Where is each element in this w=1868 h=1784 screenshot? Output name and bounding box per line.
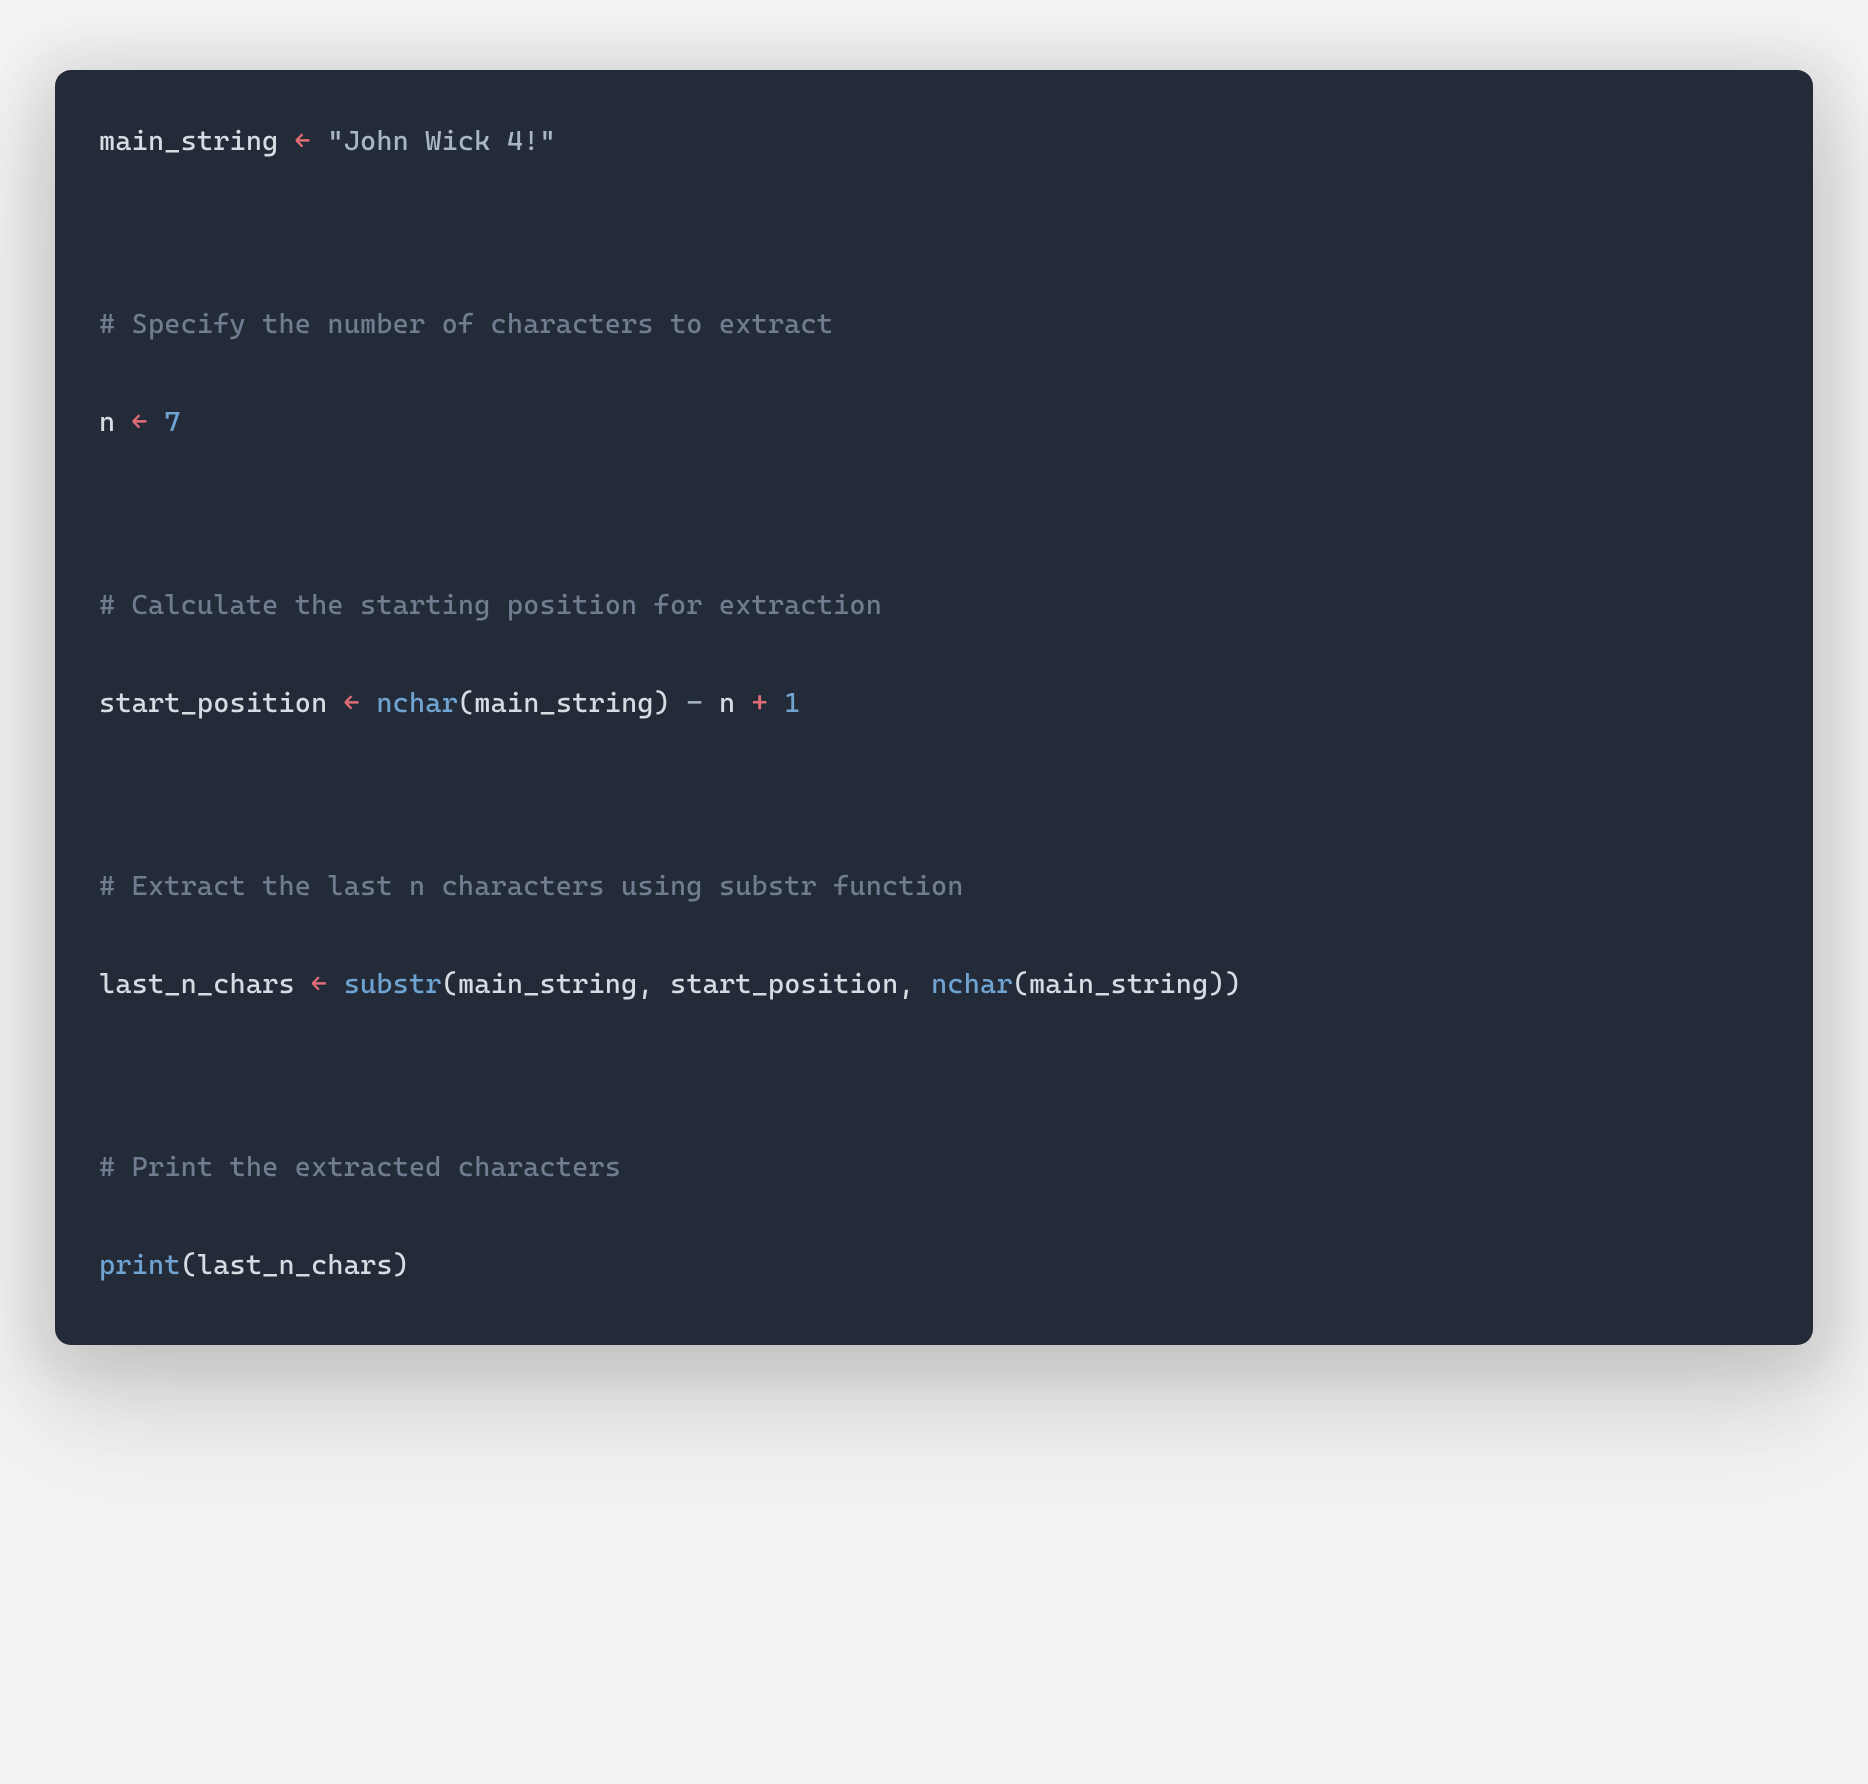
blank-line (99, 233, 1769, 305)
token-variable: start_position (99, 687, 327, 719)
code-line-5: print(last_n_chars) (99, 1246, 1769, 1285)
blank-line (99, 442, 1769, 514)
blank-line (99, 723, 1769, 795)
token-comment: # Print the extracted characters (99, 1151, 621, 1183)
token-comment: # Calculate the starting position for ex… (99, 589, 882, 621)
token-function: substr (344, 968, 442, 1000)
blank-line (99, 514, 1769, 586)
token-comment: # Extract the last n characters using su… (99, 870, 964, 902)
token-comment: # Specify the number of characters to ex… (99, 308, 833, 340)
token-paren: ) (1225, 968, 1241, 1000)
token-arg: start_position (670, 968, 898, 1000)
token-paren: ( (181, 1249, 197, 1281)
code-line-4: last_n_chars ← substr(main_string, start… (99, 965, 1769, 1004)
token-variable: n (719, 687, 735, 719)
token-number: 7 (164, 406, 180, 438)
token-paren: ( (442, 968, 458, 1000)
token-string: "John Wick 4!" (327, 125, 555, 157)
code-comment-4: # Print the extracted characters (99, 1148, 1769, 1187)
token-paren: ) (654, 687, 670, 719)
token-assign: ← (278, 125, 327, 157)
token-variable: n (99, 406, 115, 438)
token-paren: ) (393, 1249, 409, 1281)
token-paren: ( (458, 687, 474, 719)
token-paren: ( (1013, 968, 1029, 1000)
token-arg: main_string (474, 687, 653, 719)
token-operator: + (735, 687, 784, 719)
token-function: nchar (376, 687, 458, 719)
blank-line (99, 1186, 1769, 1246)
code-block: main_string ← "John Wick 4!" # Specify t… (55, 70, 1813, 1345)
blank-line (99, 1004, 1769, 1076)
token-variable: last_n_chars (99, 968, 295, 1000)
token-arg: last_n_chars (197, 1249, 393, 1281)
blank-line (99, 161, 1769, 233)
token-operator: − (670, 687, 719, 719)
token-variable: main_string (99, 125, 278, 157)
code-comment-1: # Specify the number of characters to ex… (99, 305, 1769, 344)
blank-line (99, 343, 1769, 403)
token-arg: main_string (458, 968, 637, 1000)
token-function: nchar (931, 968, 1013, 1000)
blank-line (99, 624, 1769, 684)
token-paren: ) (1208, 968, 1224, 1000)
token-number: 1 (784, 687, 800, 719)
token-comma: , (637, 968, 670, 1000)
blank-line (99, 1076, 1769, 1148)
blank-line (99, 795, 1769, 867)
token-comma: , (898, 968, 931, 1000)
token-assign: ← (327, 687, 376, 719)
code-line-3: start_position ← nchar(main_string) − n … (99, 684, 1769, 723)
token-arg: main_string (1029, 968, 1208, 1000)
code-line-1: main_string ← "John Wick 4!" (99, 122, 1769, 161)
code-comment-2: # Calculate the starting position for ex… (99, 586, 1769, 625)
blank-line (99, 905, 1769, 965)
code-line-2: n ← 7 (99, 403, 1769, 442)
token-assign: ← (295, 968, 344, 1000)
code-comment-3: # Extract the last n characters using su… (99, 867, 1769, 906)
token-assign: ← (115, 406, 164, 438)
token-function: print (99, 1249, 181, 1281)
